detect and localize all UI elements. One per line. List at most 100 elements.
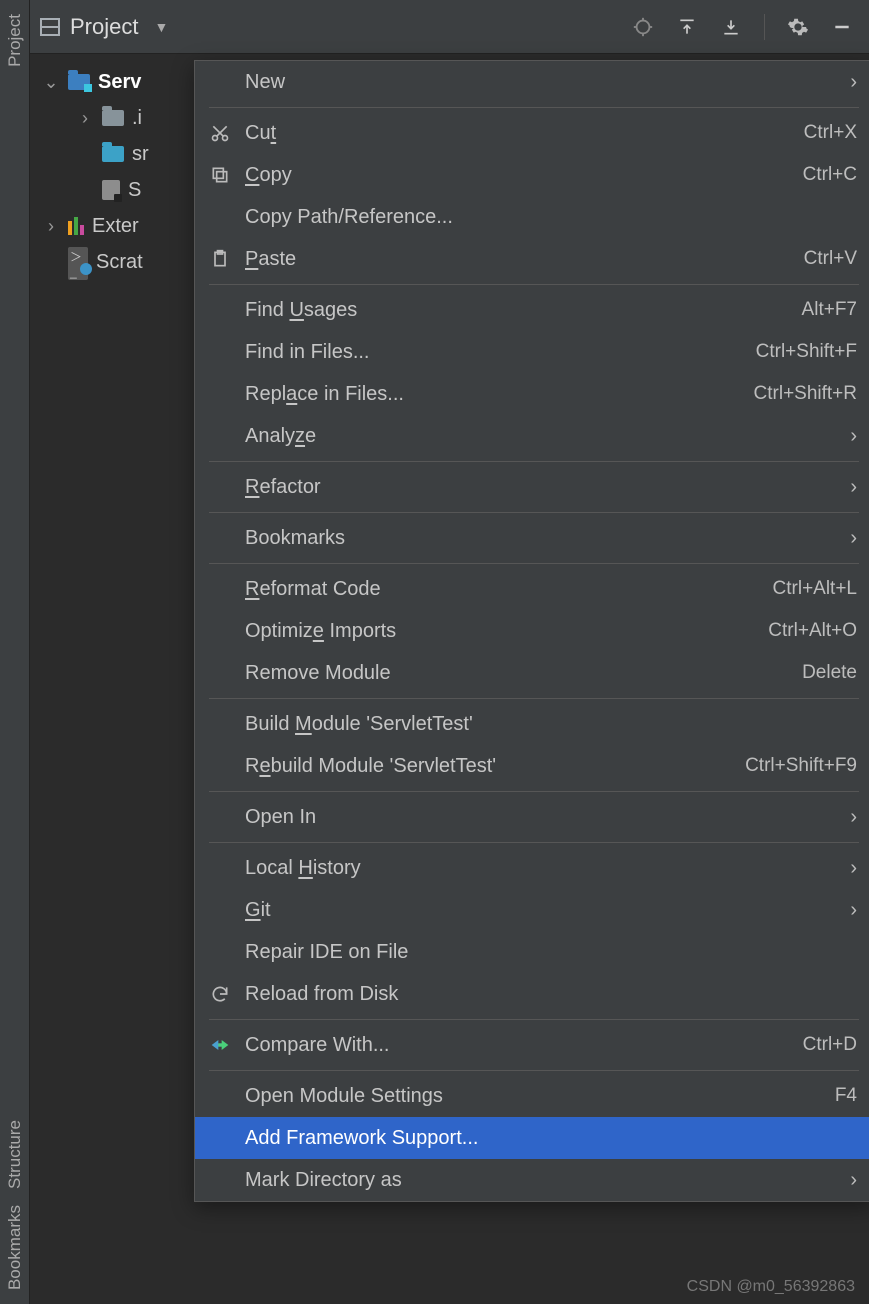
menu-item-label: Mark Directory as: [245, 1169, 838, 1192]
context-menu: New › Cut Ctrl+X Copy Ctrl+C Copy Path/Referen…: [194, 60, 869, 1202]
target-icon[interactable]: [626, 10, 660, 44]
menu-item-repair-ide-on-file[interactable]: Repair IDE on File: [195, 931, 869, 973]
menu-shortcut: Ctrl+X: [804, 122, 857, 144]
menu-shortcut: Ctrl+D: [803, 1034, 857, 1056]
menu-item-label: Paste: [245, 248, 792, 271]
collapse-all-icon[interactable]: [714, 10, 748, 44]
gear-icon[interactable]: [781, 10, 815, 44]
tree-root-label: Serv: [98, 71, 141, 94]
left-rail: Project Structure Bookmarks: [0, 0, 30, 1304]
toolbar-separator: [764, 14, 765, 40]
menu-item-label: Refactor: [245, 476, 838, 499]
tree-scratch-label: Scrat: [96, 251, 143, 274]
paste-icon: [207, 249, 233, 269]
menu-separator: [209, 1019, 859, 1020]
menu-shortcut: Ctrl+V: [804, 248, 857, 270]
menu-item-label: Git: [245, 899, 838, 922]
menu-item-copy[interactable]: Copy Ctrl+C: [195, 154, 869, 196]
menu-shortcut: Alt+F7: [802, 299, 857, 321]
menu-item-label: Build Module 'ServletTest': [245, 713, 857, 736]
menu-shortcut: F4: [835, 1085, 857, 1107]
menu-item-label: Local History: [245, 857, 838, 880]
reload-icon: [207, 984, 233, 1004]
main-area: Project ▼ ⌄ Serv ›.isrS › Exter: [30, 0, 869, 1304]
menu-item-reload-from-disk[interactable]: Reload from Disk: [195, 973, 869, 1015]
chevron-right-icon: ›: [850, 899, 857, 922]
diff-icon: [207, 1035, 233, 1055]
menu-item-git[interactable]: Git ›: [195, 889, 869, 931]
chevron-down-icon[interactable]: ▼: [154, 19, 168, 35]
menu-item-local-history[interactable]: Local History›: [195, 847, 869, 889]
folder-icon: [102, 146, 124, 162]
menu-item-copy-path-reference[interactable]: Copy Path/Reference...: [195, 196, 869, 238]
tree-item-label: sr: [132, 143, 149, 166]
menu-item-replace-in-files[interactable]: Replace in Files... Ctrl+Shift+R: [195, 373, 869, 415]
menu-item-label: Add Framework Support...: [245, 1127, 857, 1150]
menu-separator: [209, 791, 859, 792]
rail-tab-bookmarks[interactable]: Bookmarks: [5, 1197, 25, 1298]
chevron-right-icon: ›: [850, 71, 857, 94]
menu-separator: [209, 1070, 859, 1071]
menu-separator: [209, 284, 859, 285]
folder-icon: [102, 110, 124, 126]
menu-item-label: Find Usages: [245, 299, 790, 322]
menu-item-remove-module[interactable]: Remove Module Delete: [195, 652, 869, 694]
menu-item-mark-directory-as[interactable]: Mark Directory as ›: [195, 1159, 869, 1201]
menu-item-reformat-code[interactable]: Reformat CodeCtrl+Alt+L: [195, 568, 869, 610]
menu-item-label: Analyze: [245, 425, 838, 448]
menu-item-new[interactable]: New ›: [195, 61, 869, 103]
menu-separator: [209, 563, 859, 564]
menu-item-open-in[interactable]: Open In›: [195, 796, 869, 838]
minimize-icon[interactable]: [825, 10, 859, 44]
menu-item-optimize-imports[interactable]: Optimize ImportsCtrl+Alt+O: [195, 610, 869, 652]
menu-item-label: Replace in Files...: [245, 383, 742, 406]
menu-item-label: New: [245, 71, 838, 94]
menu-item-label: Copy: [245, 164, 791, 187]
menu-item-label: Remove Module: [245, 662, 790, 685]
expand-all-icon[interactable]: [670, 10, 704, 44]
module-folder-icon: [68, 74, 90, 90]
menu-shortcut: Ctrl+Shift+R: [754, 383, 857, 405]
chevron-right-icon: ›: [850, 476, 857, 499]
menu-item-refactor[interactable]: Refactor ›: [195, 466, 869, 508]
chevron-icon[interactable]: ›: [76, 108, 94, 129]
menu-item-label: Compare With...: [245, 1034, 791, 1057]
menu-item-label: Repair IDE on File: [245, 941, 857, 964]
menu-item-paste[interactable]: Paste Ctrl+V: [195, 238, 869, 280]
chevron-right-icon[interactable]: ›: [42, 216, 60, 237]
menu-item-open-module-settings[interactable]: Open Module Settings F4: [195, 1075, 869, 1117]
menu-separator: [209, 107, 859, 108]
chevron-right-icon: ›: [850, 1169, 857, 1192]
project-title[interactable]: Project: [70, 14, 138, 40]
tree-ext-label: Exter: [92, 215, 139, 238]
menu-item-label: Reformat Code: [245, 578, 761, 601]
menu-item-build-module-servlettest[interactable]: Build Module 'ServletTest': [195, 703, 869, 745]
menu-item-cut[interactable]: Cut Ctrl+X: [195, 112, 869, 154]
menu-item-label: Bookmarks: [245, 527, 838, 550]
watermark: CSDN @m0_56392863: [687, 1278, 855, 1296]
menu-item-compare-with[interactable]: Compare With... Ctrl+D: [195, 1024, 869, 1066]
menu-item-label: Cut: [245, 122, 792, 145]
menu-shortcut: Ctrl+C: [803, 164, 857, 186]
project-icon: [40, 18, 60, 36]
menu-item-label: Find in Files...: [245, 341, 744, 364]
chevron-down-icon[interactable]: ⌄: [42, 72, 60, 93]
menu-separator: [209, 461, 859, 462]
rail-tab-structure[interactable]: Structure: [5, 1112, 25, 1197]
libraries-icon: [68, 217, 84, 235]
chevron-right-icon: ›: [850, 527, 857, 550]
menu-item-add-framework-support[interactable]: Add Framework Support...: [195, 1117, 869, 1159]
menu-item-find-usages[interactable]: Find Usages Alt+F7: [195, 289, 869, 331]
menu-item-bookmarks[interactable]: Bookmarks ›: [195, 517, 869, 559]
menu-item-label: Optimize Imports: [245, 620, 756, 643]
cut-icon: [207, 123, 233, 143]
menu-item-rebuild-module-servlettest[interactable]: Rebuild Module 'ServletTest'Ctrl+Shift+F…: [195, 745, 869, 787]
menu-shortcut: Ctrl+Shift+F: [756, 341, 857, 363]
menu-separator: [209, 512, 859, 513]
file-icon: [102, 180, 120, 200]
menu-item-analyze[interactable]: Analyze›: [195, 415, 869, 457]
menu-item-find-in-files[interactable]: Find in Files... Ctrl+Shift+F: [195, 331, 869, 373]
menu-item-label: Open Module Settings: [245, 1085, 823, 1108]
rail-tab-project[interactable]: Project: [5, 6, 25, 75]
menu-shortcut: Delete: [802, 662, 857, 684]
